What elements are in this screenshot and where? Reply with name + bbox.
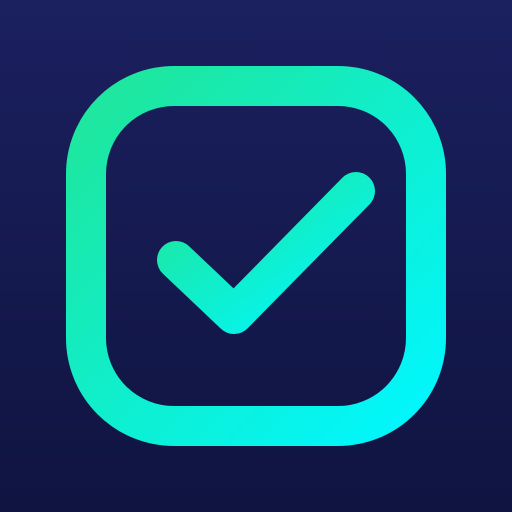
checkbox-checked-icon	[0, 0, 512, 512]
app-icon	[0, 0, 512, 512]
